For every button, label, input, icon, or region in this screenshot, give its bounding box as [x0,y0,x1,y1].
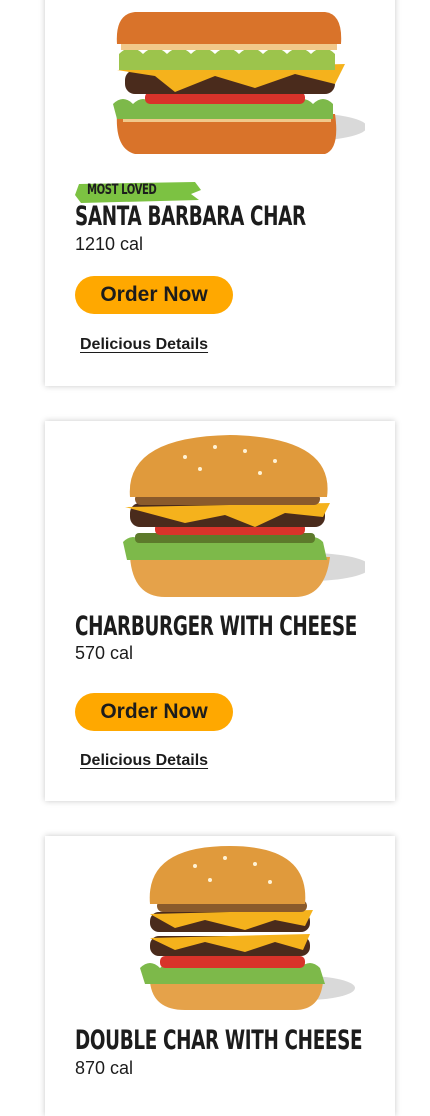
item-name: DOUBLE CHAR WITH CHEESE [75,1025,363,1056]
order-now-button[interactable]: Order Now [75,693,233,731]
delicious-details-link[interactable]: Delicious Details [80,752,208,770]
menu-card: DOUBLE CHAR WITH CHEESE 870 cal [45,836,395,1116]
item-name: SANTA BARBARA CHAR [75,201,306,232]
menu-card: MOST LOVED SANTA BARBARA CHAR 1210 cal O… [45,0,395,386]
calories: 870 cal [75,1058,134,1078]
item-name: CHARBURGER WITH CHEESE [75,611,357,642]
order-now-button[interactable]: Order Now [75,276,233,314]
calories: 1210 cal [75,234,144,254]
delicious-details-link[interactable]: Delicious Details [80,336,208,354]
double-char-with-cheese-image[interactable] [95,842,365,1017]
calories: 570 cal [75,643,134,663]
badge-label: MOST LOVED [87,182,157,198]
charburger-with-cheese-image[interactable] [95,427,370,602]
menu-card: CHARBURGER WITH CHEESE 570 cal Order Now… [45,421,395,801]
santa-barbara-char-image[interactable] [95,4,367,179]
